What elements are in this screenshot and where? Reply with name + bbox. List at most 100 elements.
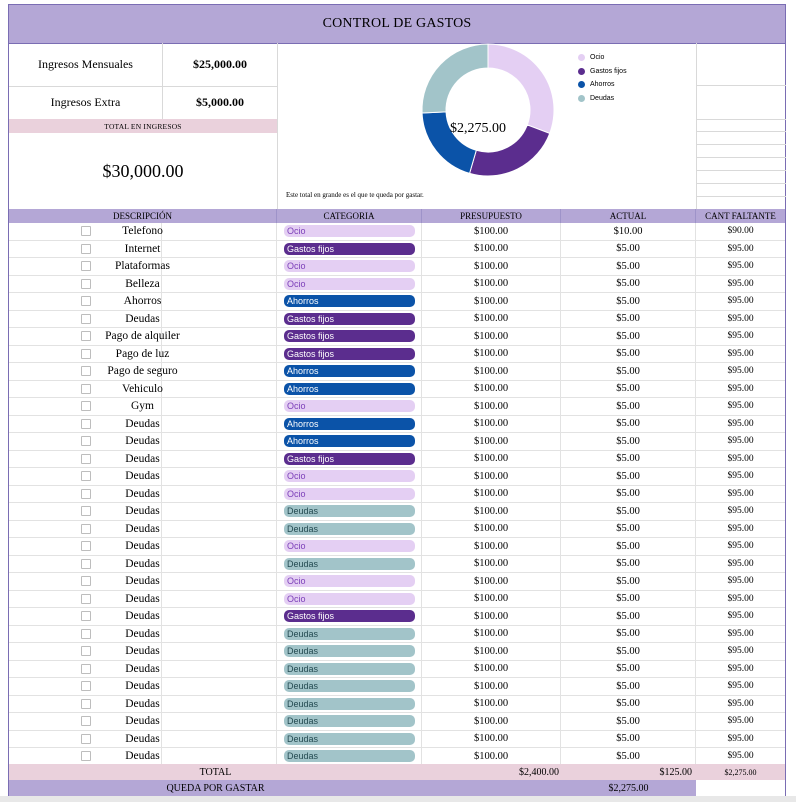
category-chip[interactable]: Ocio xyxy=(284,470,415,483)
checkbox[interactable] xyxy=(81,261,91,272)
checkbox[interactable] xyxy=(81,698,91,709)
row-actual[interactable]: $5.00 xyxy=(561,520,696,537)
checkbox[interactable] xyxy=(81,751,91,762)
category-chip[interactable]: Deudas xyxy=(284,627,415,640)
row-actual[interactable]: $5.00 xyxy=(561,450,696,467)
row-presupuesto[interactable]: $100.00 xyxy=(422,240,561,257)
row-presupuesto[interactable]: $100.00 xyxy=(422,275,561,292)
category-chip[interactable]: Ocio xyxy=(284,487,415,500)
row-actual[interactable]: $5.00 xyxy=(561,258,696,275)
checkbox[interactable] xyxy=(81,243,91,254)
row-presupuesto[interactable]: $100.00 xyxy=(422,730,561,747)
checkbox[interactable] xyxy=(81,418,91,429)
row-presupuesto[interactable]: $100.00 xyxy=(422,555,561,572)
row-actual[interactable]: $5.00 xyxy=(561,345,696,362)
row-presupuesto[interactable]: $100.00 xyxy=(422,678,561,695)
row-actual[interactable]: $5.00 xyxy=(561,538,696,555)
checkbox[interactable] xyxy=(81,471,91,482)
row-actual[interactable]: $5.00 xyxy=(561,660,696,677)
row-presupuesto[interactable]: $100.00 xyxy=(422,450,561,467)
row-presupuesto[interactable]: $100.00 xyxy=(422,468,561,485)
row-presupuesto[interactable]: $100.00 xyxy=(422,345,561,362)
checkbox[interactable] xyxy=(81,366,91,377)
category-chip[interactable]: Gastos fijos xyxy=(284,312,415,325)
row-actual[interactable]: $5.00 xyxy=(561,240,696,257)
row-actual[interactable]: $5.00 xyxy=(561,433,696,450)
checkbox[interactable] xyxy=(81,488,91,499)
checkbox[interactable] xyxy=(81,663,91,674)
category-chip[interactable]: Deudas xyxy=(284,697,415,710)
row-actual[interactable]: $5.00 xyxy=(561,415,696,432)
row-presupuesto[interactable]: $100.00 xyxy=(422,625,561,642)
category-chip[interactable]: Deudas xyxy=(284,522,415,535)
row-presupuesto[interactable]: $100.00 xyxy=(422,713,561,730)
row-actual[interactable]: $10.00 xyxy=(561,223,696,240)
category-chip[interactable]: Deudas xyxy=(284,715,415,728)
checkbox[interactable] xyxy=(81,628,91,639)
category-chip[interactable]: Ahorros xyxy=(284,295,415,308)
checkbox[interactable] xyxy=(81,436,91,447)
category-chip[interactable]: Gastos fijos xyxy=(284,347,415,360)
row-actual[interactable]: $5.00 xyxy=(561,310,696,327)
row-presupuesto[interactable]: $100.00 xyxy=(422,538,561,555)
row-actual[interactable]: $5.00 xyxy=(561,608,696,625)
row-actual[interactable]: $5.00 xyxy=(561,503,696,520)
category-chip[interactable]: Ahorros xyxy=(284,382,415,395)
checkbox[interactable] xyxy=(81,716,91,727)
checkbox[interactable] xyxy=(81,506,91,517)
row-presupuesto[interactable]: $100.00 xyxy=(422,590,561,607)
row-presupuesto[interactable]: $100.00 xyxy=(422,503,561,520)
checkbox[interactable] xyxy=(81,296,91,307)
checkbox[interactable] xyxy=(81,278,91,289)
row-actual[interactable]: $5.00 xyxy=(561,748,696,765)
checkbox[interactable] xyxy=(81,611,91,622)
category-chip[interactable]: Ocio xyxy=(284,540,415,553)
row-actual[interactable]: $5.00 xyxy=(561,590,696,607)
row-actual[interactable]: $5.00 xyxy=(561,555,696,572)
row-actual[interactable]: $5.00 xyxy=(561,293,696,310)
row-presupuesto[interactable]: $100.00 xyxy=(422,398,561,415)
category-chip[interactable]: Ocio xyxy=(284,277,415,290)
row-actual[interactable]: $5.00 xyxy=(561,573,696,590)
checkbox[interactable] xyxy=(81,348,91,359)
row-presupuesto[interactable]: $100.00 xyxy=(422,520,561,537)
row-actual[interactable]: $5.00 xyxy=(561,678,696,695)
checkbox[interactable] xyxy=(81,523,91,534)
category-chip[interactable]: Gastos fijos xyxy=(284,610,415,623)
category-chip[interactable]: Deudas xyxy=(284,505,415,518)
checkbox[interactable] xyxy=(81,226,91,237)
row-actual[interactable]: $5.00 xyxy=(561,328,696,345)
checkbox[interactable] xyxy=(81,733,91,744)
category-chip[interactable]: Deudas xyxy=(284,662,415,675)
row-presupuesto[interactable]: $100.00 xyxy=(422,748,561,765)
category-chip[interactable]: Deudas xyxy=(284,750,415,763)
row-presupuesto[interactable]: $100.00 xyxy=(422,363,561,380)
category-chip[interactable]: Ahorros xyxy=(284,417,415,430)
row-presupuesto[interactable]: $100.00 xyxy=(422,328,561,345)
row-presupuesto[interactable]: $100.00 xyxy=(422,608,561,625)
checkbox[interactable] xyxy=(81,593,91,604)
row-actual[interactable]: $5.00 xyxy=(561,643,696,660)
row-actual[interactable]: $5.00 xyxy=(561,713,696,730)
category-chip[interactable]: Ocio xyxy=(284,575,415,588)
checkbox[interactable] xyxy=(81,453,91,464)
row-actual[interactable]: $5.00 xyxy=(561,468,696,485)
category-chip[interactable]: Gastos fijos xyxy=(284,330,415,343)
row-presupuesto[interactable]: $100.00 xyxy=(422,415,561,432)
row-presupuesto[interactable]: $100.00 xyxy=(422,293,561,310)
category-chip[interactable]: Deudas xyxy=(284,732,415,745)
row-presupuesto[interactable]: $100.00 xyxy=(422,485,561,502)
row-actual[interactable]: $5.00 xyxy=(561,695,696,712)
checkbox[interactable] xyxy=(81,313,91,324)
category-chip[interactable]: Deudas xyxy=(284,645,415,658)
category-chip[interactable]: Deudas xyxy=(284,680,415,693)
checkbox[interactable] xyxy=(81,646,91,657)
checkbox[interactable] xyxy=(81,558,91,569)
checkbox[interactable] xyxy=(81,681,91,692)
category-chip[interactable]: Gastos fijos xyxy=(284,452,415,465)
row-presupuesto[interactable]: $100.00 xyxy=(422,258,561,275)
category-chip[interactable]: Ocio xyxy=(284,225,415,238)
checkbox[interactable] xyxy=(81,383,91,394)
category-chip[interactable]: Ocio xyxy=(284,260,415,273)
row-presupuesto[interactable]: $100.00 xyxy=(422,223,561,240)
